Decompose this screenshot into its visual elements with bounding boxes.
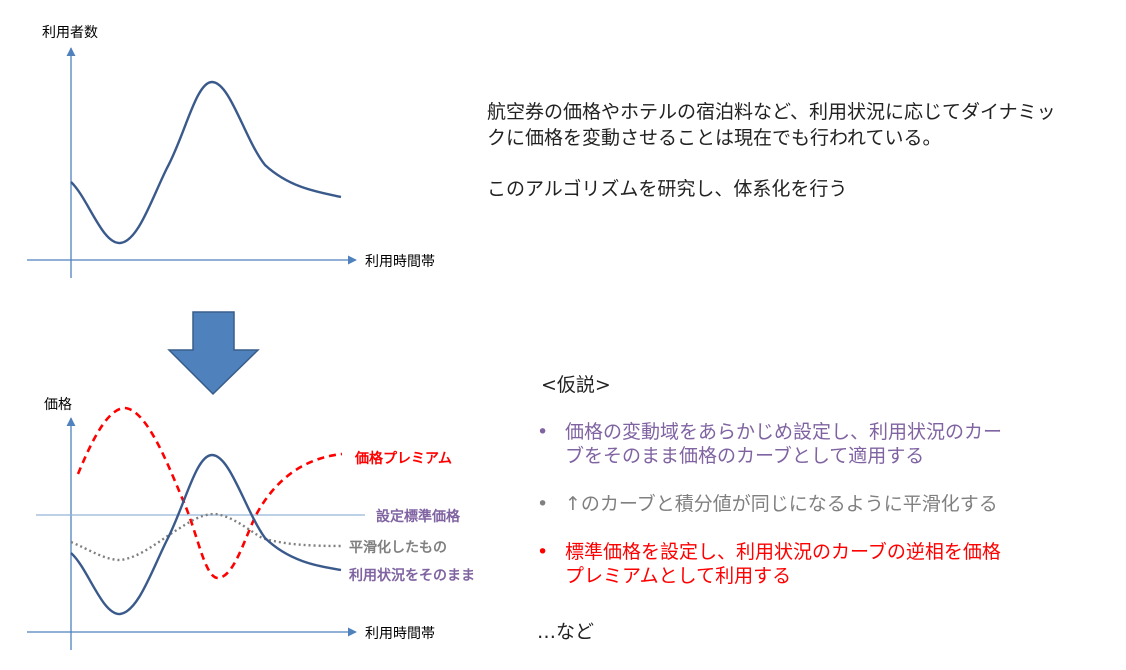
bottom-x-axis-label: 利用時間帯 bbox=[365, 626, 435, 642]
intro-line-2: クに価格を変動させることは現在でも行われている。 bbox=[487, 127, 942, 149]
bottom-y-axis-label: 価格 bbox=[44, 397, 72, 413]
down-arrow bbox=[167, 311, 260, 396]
hypothesis-list: • 価格の変動域をあらかじめ設定し、利用状況のカー ブをそのまま価格のカーブとし… bbox=[537, 420, 1097, 612]
hypothesis-item-1-line-1: 価格の変動域をあらかじめ設定し、利用状況のカー bbox=[565, 421, 1003, 443]
hypothesis-footer: …など bbox=[537, 621, 595, 643]
hypothesis-item-3-line-1: 標準価格を設定し、利用状況のカーブの逆相を価格 bbox=[565, 541, 1001, 563]
top-x-axis-label: 利用時間帯 bbox=[365, 254, 435, 270]
hypothesis-heading: <仮説> bbox=[541, 374, 611, 396]
intro-line-1: 航空券の価格やホテルの宿泊料など、利用状況に応じてダイナミッ bbox=[487, 101, 1056, 123]
hypothesis-item-2-line-1: ↑のカーブと積分値が同じになるように平滑化する bbox=[565, 493, 998, 515]
hypothesis-item-3: • 標準価格を設定し、利用状況のカーブの逆相を価格 プレミアムとして利用する bbox=[537, 540, 1097, 588]
hypothesis-item-2: • ↑のカーブと積分値が同じになるように平滑化する bbox=[537, 492, 1097, 516]
premium-curve bbox=[76, 406, 343, 580]
hypothesis-item-1: • 価格の変動域をあらかじめ設定し、利用状況のカー ブをそのまま価格のカーブとし… bbox=[537, 420, 1097, 468]
top-usage-curve bbox=[70, 80, 342, 245]
hypothesis-item-3-line-2: プレミアムとして利用する bbox=[565, 565, 792, 587]
raw-usage-curve bbox=[70, 453, 342, 616]
bullet-dot-icon: • bbox=[537, 421, 549, 443]
bullet-dot-icon: • bbox=[537, 493, 549, 515]
legend-premium: 価格プレミアム bbox=[354, 450, 452, 467]
legend-smoothed: 平滑化したもの bbox=[349, 539, 447, 556]
top-y-axis-label: 利用者数 bbox=[42, 25, 98, 41]
intro-line-3: このアルゴリズムを研究し、体系化を行う bbox=[487, 178, 848, 200]
smoothed-curve bbox=[70, 512, 343, 562]
hypothesis-item-1-line-2: ブをそのまま価格のカーブとして適用する bbox=[565, 445, 925, 467]
legend-standard: 設定標準価格 bbox=[376, 508, 461, 525]
bullet-dot-icon: • bbox=[537, 541, 549, 563]
legend-raw: 利用状況をそのまま bbox=[349, 567, 475, 584]
